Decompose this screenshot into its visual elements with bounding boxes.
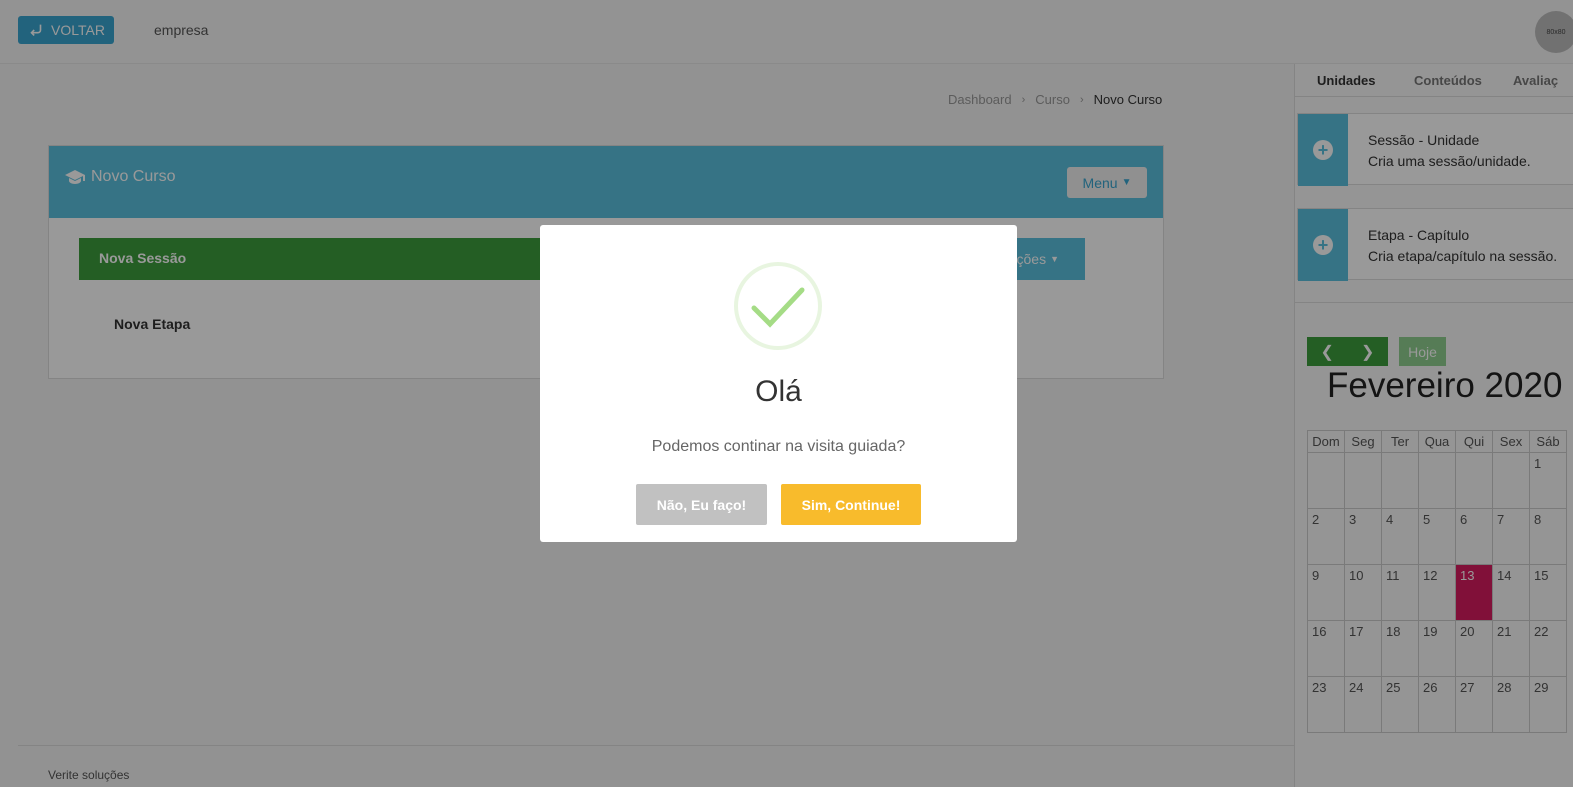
success-check-icon (734, 262, 822, 350)
continue-button[interactable]: Sim, Continue! (781, 484, 921, 525)
dialog-title: Olá (755, 375, 802, 408)
dialog-message: Podemos continar na visita guiada? (651, 438, 906, 455)
decline-button[interactable]: Não, Eu faço! (636, 484, 767, 525)
guided-tour-dialog: Olá Podemos continar na visita guiada? N… (540, 225, 1017, 542)
